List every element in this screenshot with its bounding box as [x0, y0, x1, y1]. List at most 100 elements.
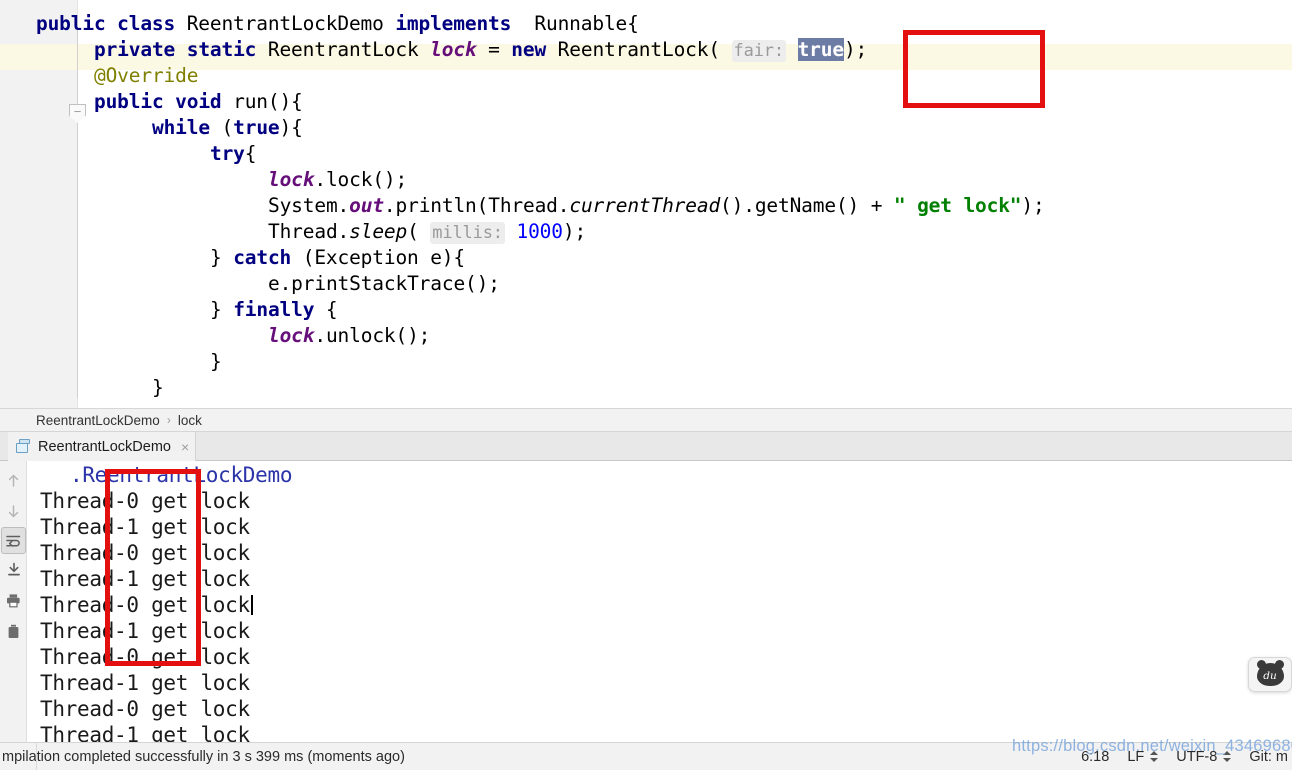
code-token: ReentrantLock — [267, 38, 431, 61]
code-token: ( — [407, 220, 431, 243]
code-token: @Override — [94, 64, 199, 87]
git-branch-label: Git: m — [1249, 748, 1288, 765]
down-arrow-icon[interactable] — [0, 496, 27, 527]
code-line: } catch (Exception e){ — [0, 245, 1292, 271]
chevron-updown-icon — [1222, 751, 1232, 762]
console-line-text: Thread-1 get lock — [40, 671, 250, 695]
breadcrumb-separator-icon: › — [166, 413, 171, 427]
code-token: (Exception e){ — [291, 246, 465, 269]
breadcrumb-item[interactable]: ReentrantLockDemo — [36, 413, 160, 428]
code-token: public — [36, 12, 106, 35]
code-token: ); — [562, 220, 587, 243]
code-token: " get lock" — [893, 194, 1022, 217]
code-token: ReentrantLock( — [546, 38, 732, 61]
code-line: System.out.println(Thread.currentThread(… — [0, 193, 1292, 219]
console-caret — [250, 595, 253, 615]
soft-wrap-icon[interactable] — [1, 527, 26, 554]
console-line-text: Thread-0 get lock — [40, 541, 250, 565]
code-token: static — [186, 38, 257, 61]
git-branch-indicator[interactable]: Git: m — [1249, 749, 1288, 765]
console-line-text: Thread-1 get lock — [40, 515, 250, 539]
code-line: try{ — [0, 141, 1292, 167]
code-token: System. — [268, 194, 350, 217]
console-line: Thread-0 get lock — [28, 592, 1278, 618]
code-token: implements — [395, 12, 512, 35]
close-icon[interactable]: × — [181, 440, 189, 454]
console-line: Thread-0 get lock — [28, 488, 1278, 514]
code-token: .println(Thread. — [383, 194, 570, 217]
status-message: mpilation completed successfully in 3 s … — [2, 748, 405, 765]
console-text[interactable]: .ReentrantLockDemo Thread-0 get lock Threa… — [28, 461, 1278, 742]
console-line: Thread-1 get lock — [28, 618, 1278, 644]
code-line: } finally { — [0, 297, 1292, 323]
console-output-pane[interactable]: .ReentrantLockDemo Thread-0 get lock Threa… — [0, 461, 1292, 742]
code-token: e.printStackTrace(); — [268, 272, 500, 295]
caret-position-indicator[interactable]: 6:18 — [1081, 749, 1109, 765]
console-line-text: Thread-1 get lock — [40, 723, 250, 742]
console-line: Thread-1 get lock — [28, 566, 1278, 592]
encoding-selector[interactable]: UTF-8 — [1176, 748, 1232, 765]
code-token: out — [349, 194, 384, 217]
up-arrow-icon[interactable] — [0, 465, 27, 496]
code-token: catch — [233, 246, 292, 269]
console-line: Thread-1 get lock — [28, 722, 1278, 742]
code-line: public class ReentrantLockDemo implement… — [0, 11, 1292, 37]
code-token: = — [476, 38, 512, 61]
console-toolbar[interactable] — [0, 461, 27, 742]
code-token: } — [210, 298, 234, 321]
code-token: } — [210, 350, 222, 373]
chevron-updown-icon — [1149, 751, 1159, 762]
code-token: void — [175, 90, 222, 113]
code-line: public void run(){ — [0, 89, 1292, 115]
baidu-badge-label: du — [1263, 669, 1277, 682]
code-token: } — [210, 246, 234, 269]
ide-window: − public class ReentrantLockDemo impleme… — [0, 0, 1292, 770]
code-line: e.printStackTrace(); — [0, 271, 1292, 297]
code-token: fair: — [731, 40, 786, 62]
run-configuration-icon — [16, 439, 31, 454]
print-icon[interactable] — [0, 585, 27, 616]
code-token: lock — [430, 38, 477, 61]
trash-icon[interactable] — [0, 616, 27, 647]
code-line: } — [0, 349, 1292, 375]
code-token: ){ — [279, 116, 303, 139]
encoding-label: UTF-8 — [1176, 748, 1218, 765]
code-token: .unlock(); — [314, 324, 431, 347]
breadcrumb-item[interactable]: lock — [178, 413, 202, 428]
breadcrumb[interactable]: ReentrantLockDemo › lock — [0, 408, 1292, 432]
code-line: private static ReentrantLock lock = new … — [0, 37, 1292, 63]
code-editor-pane[interactable]: − public class ReentrantLockDemo impleme… — [0, 0, 1292, 408]
console-line: Thread-1 get lock — [28, 514, 1278, 540]
code-token: .lock(); — [314, 168, 408, 191]
baidu-bear-icon[interactable]: du — [1248, 657, 1292, 692]
status-bar-divider — [36, 743, 37, 770]
code-token: public — [94, 90, 164, 113]
code-token: ); — [1021, 194, 1045, 217]
code-token: Runnable{ — [534, 12, 639, 35]
console-command-line: .ReentrantLockDemo — [70, 463, 293, 487]
code-token: run(){ — [233, 90, 303, 113]
line-separator-selector[interactable]: LF — [1127, 749, 1159, 765]
console-tab-label: ReentrantLockDemo — [38, 438, 171, 455]
status-bar: mpilation completed successfully in 3 s … — [0, 742, 1292, 770]
console-tab-reentrantlockdemo[interactable]: ReentrantLockDemo × — [8, 432, 197, 461]
code-line: while (true){ — [0, 115, 1292, 141]
console-line-text: Thread-0 get lock — [40, 593, 250, 617]
code-token: { — [314, 298, 338, 321]
console-line-text: Thread-0 get lock — [40, 645, 250, 669]
scroll-to-end-icon[interactable] — [0, 554, 27, 585]
caret-position-label: 6:18 — [1081, 748, 1110, 765]
code-token: try — [210, 142, 245, 165]
code-token: { — [244, 142, 257, 165]
code-token: while — [152, 116, 210, 139]
code-line: @Override — [0, 63, 1292, 89]
console-tab-bar[interactable]: ReentrantLockDemo × — [0, 432, 1292, 461]
source-code[interactable]: public class ReentrantLockDemo implement… — [0, 0, 1292, 401]
console-line-text: Thread-0 get lock — [40, 489, 250, 513]
